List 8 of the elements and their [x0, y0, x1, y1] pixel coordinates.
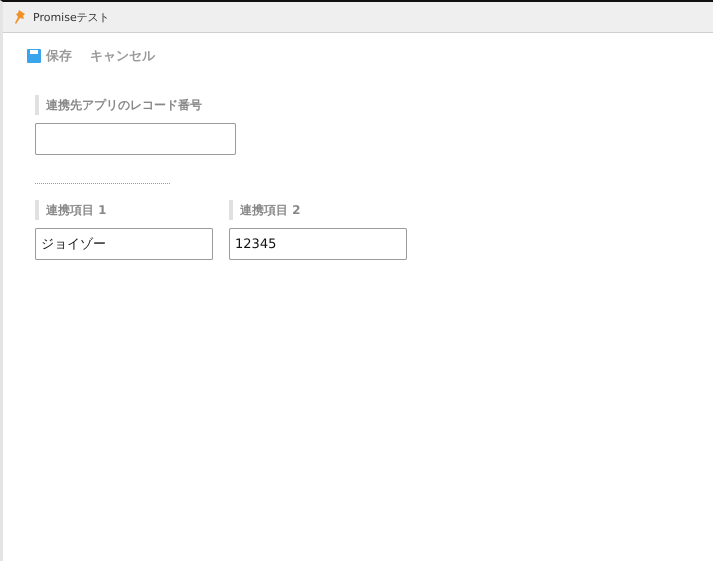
field-label: 連携項目 1 — [35, 200, 213, 220]
pushpin-icon — [13, 9, 27, 25]
input-field[interactable]: 12345 — [229, 228, 407, 260]
field-label: 連携項目 2 — [229, 200, 407, 220]
input-field[interactable]: ジョイゾー — [35, 228, 213, 260]
input-field[interactable] — [35, 123, 236, 155]
field-label: 連携先アプリのレコード番号 — [35, 95, 713, 115]
window-title: Promiseテスト — [33, 10, 110, 24]
